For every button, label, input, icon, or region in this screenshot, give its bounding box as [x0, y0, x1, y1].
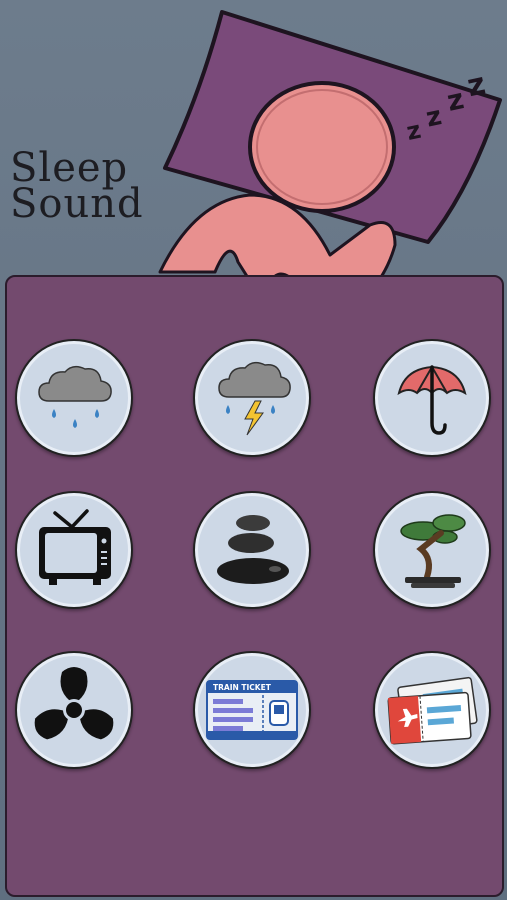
sound-panel: TRAIN TICKET [5, 275, 504, 897]
bonsai-sound-button[interactable] [373, 491, 491, 609]
train-sound-button[interactable]: TRAIN TICKET [193, 651, 311, 769]
zen-stones-icon [217, 515, 289, 584]
thunderstorm-sound-button[interactable] [193, 339, 311, 457]
umbrella-icon [397, 365, 467, 435]
umbrella-sound-button[interactable] [373, 339, 491, 457]
rain-sound-button[interactable] [15, 339, 133, 457]
train-ticket-icon: TRAIN TICKET [206, 680, 298, 740]
head-shape [248, 81, 396, 213]
tv-static-sound-button[interactable] [15, 491, 133, 609]
sound-grid: TRAIN TICKET [7, 277, 502, 895]
train-ticket-label: TRAIN TICKET [213, 683, 272, 692]
fan-sound-button[interactable] [15, 651, 133, 769]
airplane-sound-button[interactable] [373, 651, 491, 769]
stones-sound-button[interactable] [193, 491, 311, 609]
app-title-line2: Sound [10, 181, 144, 227]
rain-cloud-icon [38, 365, 112, 428]
thunder-cloud-icon [218, 361, 291, 436]
plane-ticket-icon [387, 676, 478, 745]
bonsai-icon [400, 514, 466, 588]
app-title: Sleep Sound [10, 148, 144, 227]
fan-icon [34, 667, 114, 740]
tv-icon [39, 509, 111, 585]
